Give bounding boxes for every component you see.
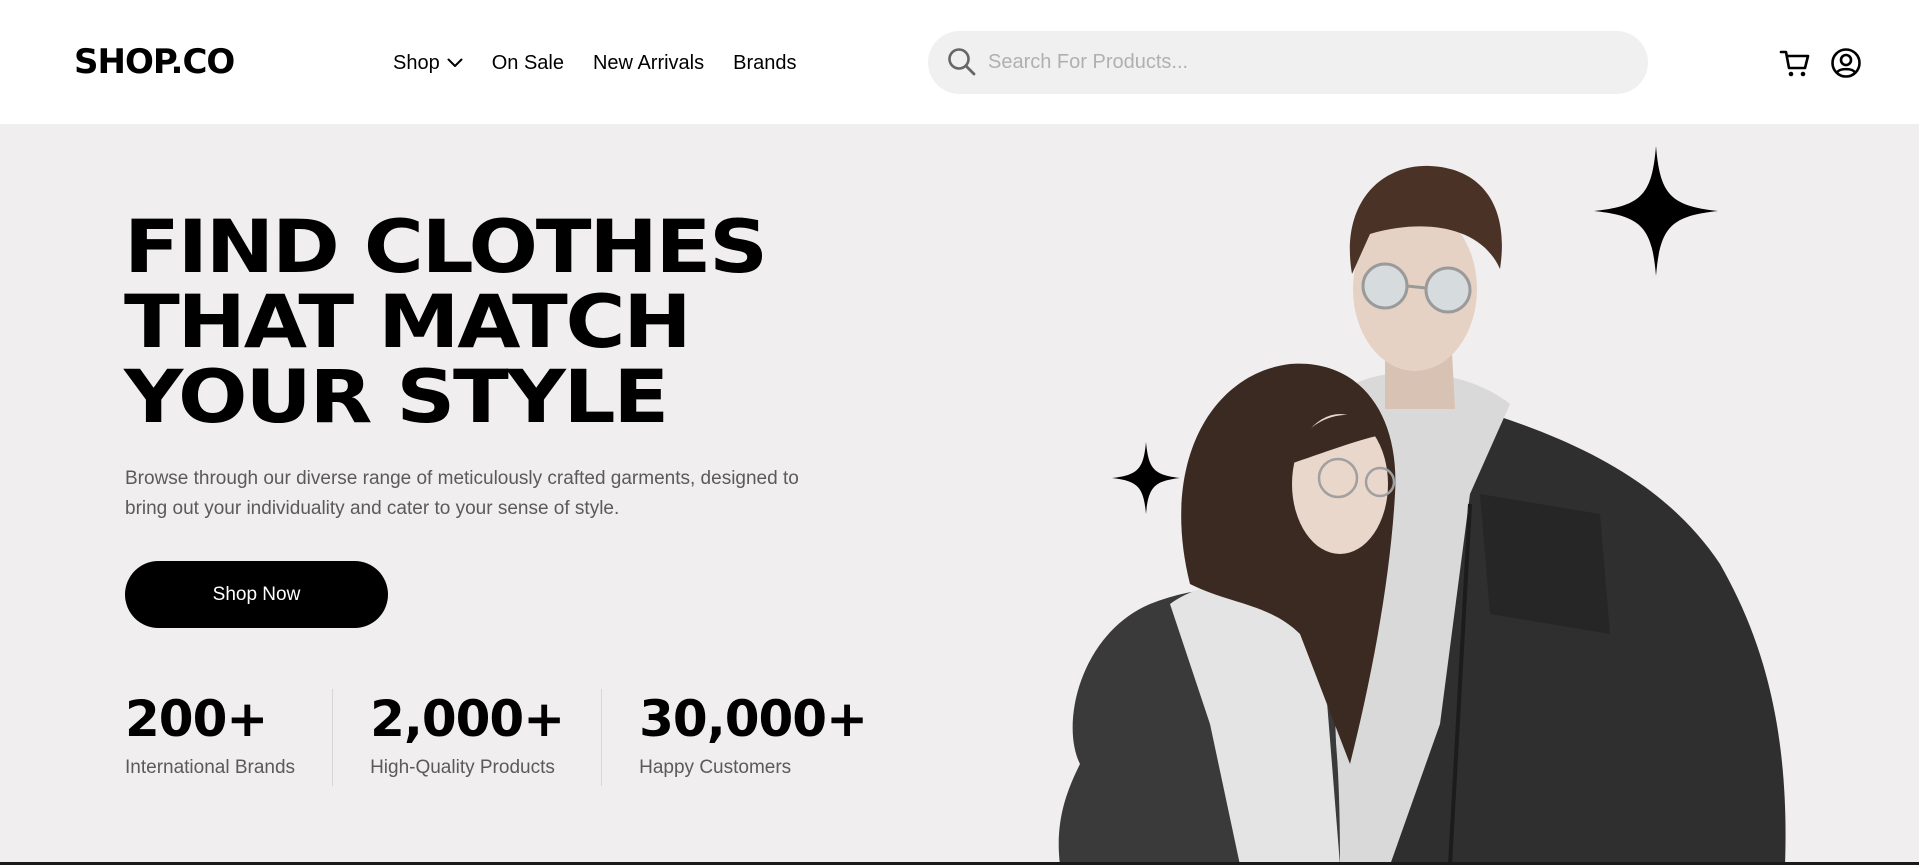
headline-line: FIND CLOTHES xyxy=(124,205,768,290)
site-header: SHOP.CO Shop On Sale New Arrivals Brands xyxy=(0,0,1919,124)
search-input[interactable] xyxy=(988,31,1628,94)
stats-row: 200+ International Brands 2,000+ High-Qu… xyxy=(125,689,868,786)
stat-customers: 30,000+ Happy Customers xyxy=(639,689,868,786)
headline-line: THAT MATCH xyxy=(124,280,692,365)
cart-icon[interactable] xyxy=(1779,47,1811,84)
nav-shop[interactable]: Shop xyxy=(393,52,463,75)
stat-value: 2,000+ xyxy=(370,690,565,748)
search-icon[interactable] xyxy=(946,46,978,83)
stat-products: 2,000+ High-Quality Products xyxy=(370,689,603,786)
account-icon[interactable] xyxy=(1830,47,1862,84)
nav-new-arrivals[interactable]: New Arrivals xyxy=(593,52,704,75)
shop-now-button[interactable]: Shop Now xyxy=(125,561,388,628)
logo[interactable]: SHOP.CO xyxy=(74,40,235,84)
hero-models-image xyxy=(1058,165,1786,865)
stat-value: 30,000+ xyxy=(639,690,868,748)
stat-brands: 200+ International Brands xyxy=(125,689,334,786)
stat-value: 200+ xyxy=(125,690,268,748)
chevron-down-icon xyxy=(447,58,463,68)
search-bar xyxy=(928,31,1648,94)
stat-label: Happy Customers xyxy=(639,757,792,778)
nav-shop-label: Shop xyxy=(393,51,440,74)
nav-brands[interactable]: Brands xyxy=(733,52,796,75)
headline-line: YOUR STYLE xyxy=(124,355,669,440)
hero-headline: FIND CLOTHES THAT MATCH YOUR STYLE xyxy=(124,205,768,440)
main-nav: Shop On Sale New Arrivals Brands xyxy=(393,48,826,78)
nav-on-sale[interactable]: On Sale xyxy=(492,52,564,75)
stat-label: High-Quality Products xyxy=(370,757,555,778)
hero-description: Browse through our diverse range of meti… xyxy=(125,468,799,519)
stat-label: International Brands xyxy=(125,757,296,778)
hero-section: FIND CLOTHES THAT MATCH YOUR STYLE Brows… xyxy=(0,124,1919,865)
